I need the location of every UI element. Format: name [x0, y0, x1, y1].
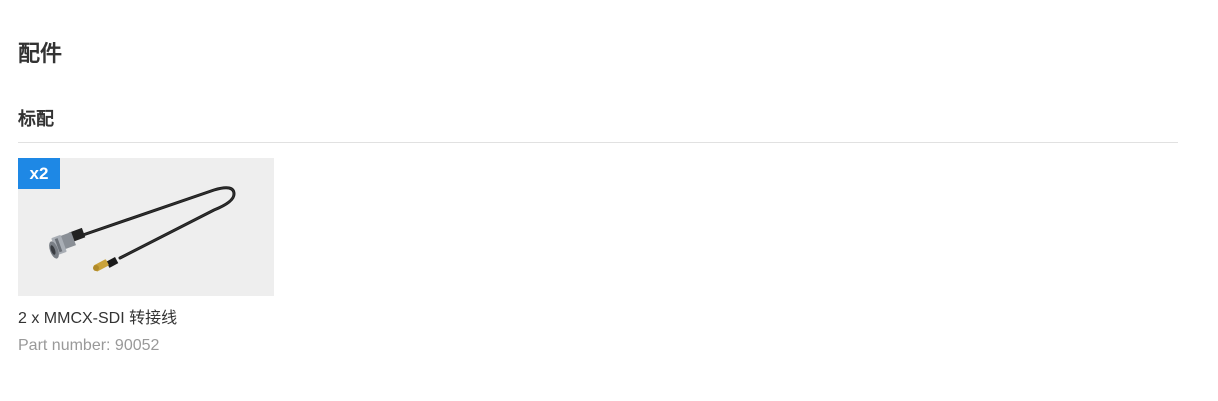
section-title: 配件 — [18, 42, 63, 67]
accessory-name[interactable]: 2 x MMCX-SDI 转接线 — [18, 308, 177, 330]
part-number: Part number: 90052 — [18, 337, 160, 354]
subsection-title: 标配 — [18, 109, 54, 130]
accessory-image: x2 — [18, 158, 274, 296]
accessory-card[interactable]: x2 2 x MMCX-SDI 转接线 Part number: 90052 — [18, 158, 274, 354]
quantity-badge: x2 — [18, 158, 60, 189]
section-divider — [18, 142, 1178, 143]
